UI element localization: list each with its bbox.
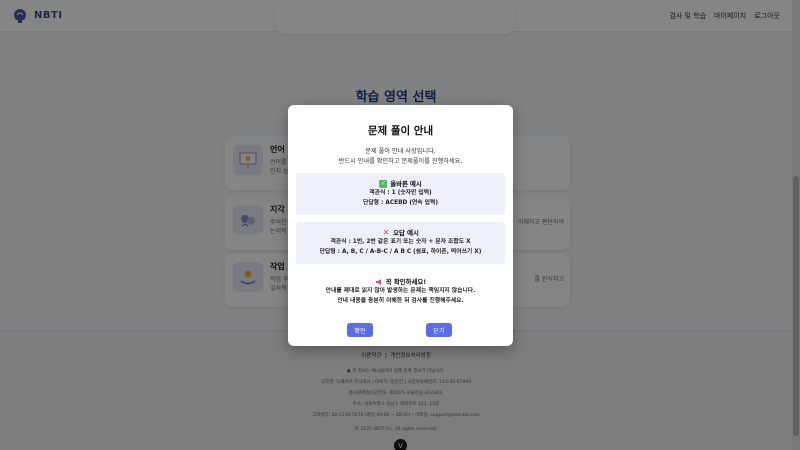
check-icon: ✓ xyxy=(379,179,388,188)
close-button[interactable]: 닫기 xyxy=(426,323,452,337)
correct-example-box: ✓ 올바른 예시 객관식 : 1 (숫자만 입력) 단답형 : ACEBD (연… xyxy=(296,173,505,215)
wrong-heading: 오답 예시 xyxy=(393,229,419,237)
correct-heading: 올바른 예시 xyxy=(390,180,422,188)
modal-intro: 문제 풀이 안내 사항입니다. 반드시 안내를 확인하고 문제풀이를 진행하세요… xyxy=(338,148,463,165)
wrong-line-1: 객관식 : 1번, 2번 같은 표기 또는 숫자 + 문자 조합도 X xyxy=(330,239,471,245)
wrong-line-2: 단답형 : A, B, C / A-B-C / A B C (쉼표, 하이픈, … xyxy=(319,249,482,255)
confirm-button[interactable]: 확인 xyxy=(347,323,373,337)
modal-title: 문제 풀이 안내 xyxy=(367,125,434,137)
wrong-example-box: ✕ 오답 예시 객관식 : 1번, 2번 같은 표기 또는 숫자 + 문자 조합… xyxy=(296,222,505,264)
megaphone-icon xyxy=(375,278,383,286)
warning-line-1: 안내를 제대로 읽지 않아 발생하는 문제는 책임지지 않습니다. xyxy=(325,288,476,294)
warning-line-2: 안내 내용을 충분히 이해한 뒤 검사를 진행해주세요. xyxy=(337,298,464,304)
correct-line-2: 단답형 : ACEBD (연속 입력) xyxy=(363,200,438,206)
cross-icon: ✕ xyxy=(382,227,390,237)
warning-heading: 꼭 확인하세요! xyxy=(385,278,427,286)
correct-line-1: 객관식 : 1 (숫자만 입력) xyxy=(369,190,432,196)
guide-modal: 문제 풀이 안내 문제 풀이 안내 사항입니다. 반드시 안내를 확인하고 문제… xyxy=(288,105,513,346)
warning-box: 꼭 확인하세요! 안내를 제대로 읽지 않아 발생하는 문제는 책임지지 않습니… xyxy=(296,271,505,315)
